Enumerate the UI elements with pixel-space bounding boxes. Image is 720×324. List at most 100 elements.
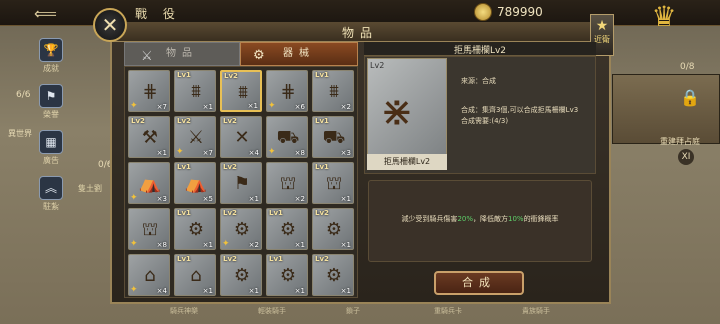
- puzzle-icon: ✦: [130, 101, 138, 111]
- siege-item-icon: ⛟: [276, 127, 300, 148]
- item-slot[interactable]: Lv2 ⚙ ×1: [312, 254, 354, 296]
- unit-label: 鎖子: [346, 307, 360, 315]
- siege-item-icon: ⚙: [325, 219, 343, 240]
- puzzle-icon: ✦: [268, 101, 276, 111]
- item-slot[interactable]: Lv1 ⩩ ×2: [312, 70, 354, 112]
- close-button[interactable]: ✕: [93, 8, 127, 42]
- item-slot[interactable]: Lv1 ⩩ ×1: [174, 70, 216, 112]
- item-slot[interactable]: Lv2 ⩩ ×1: [220, 70, 262, 112]
- siege-item-icon: ⌂: [190, 265, 202, 286]
- barricade-icon: ⋇: [380, 89, 414, 135]
- item-count: ×8: [294, 149, 305, 157]
- flag-icon: ⚑: [39, 84, 63, 108]
- side-item-ads[interactable]: ▦ 廣告: [34, 130, 68, 174]
- item-count: ×2: [340, 103, 351, 111]
- map-castle[interactable]: [612, 74, 720, 144]
- item-count: ×1: [202, 287, 213, 295]
- tab-siege-gear[interactable]: ⚙ 器械: [240, 42, 358, 66]
- map-counter: 6/6: [16, 90, 31, 100]
- item-caption: 拒馬柵欄Lv2: [367, 154, 447, 170]
- side-item-achievement[interactable]: 🏆 成就: [34, 38, 68, 82]
- item-source: 來源：合成: [461, 77, 496, 85]
- item-count: ×4: [156, 287, 167, 295]
- item-slot[interactable]: Lv2 ⚑ ×1: [220, 162, 262, 204]
- item-slot[interactable]: Lv1 ⚙ ×1: [174, 208, 216, 250]
- item-count: ×2: [294, 195, 305, 203]
- siege-item-icon: ⚙: [233, 265, 251, 286]
- lock-icon: 🔒: [680, 88, 700, 107]
- detail-title: 拒馬柵欄Lv2: [453, 46, 507, 56]
- siege-item-icon: ⩩: [329, 81, 339, 102]
- side-menu: 🏆 成就 ⚑ 榮譽 ▦ 廣告 ︽ 駐紮: [34, 36, 68, 220]
- item-slot[interactable]: ⋕ ×6 ✦: [266, 70, 308, 112]
- side-item-honor[interactable]: ⚑ 榮譽: [34, 84, 68, 128]
- modal-title: 物品: [341, 26, 378, 40]
- map-label: 異世界: [8, 129, 32, 138]
- siege-item-icon: ⛺: [184, 173, 208, 194]
- item-craft-requirement: 合成需要:(4/3): [461, 117, 509, 125]
- chevron-up-icon: ︽: [39, 176, 63, 200]
- item-count: ×3: [156, 195, 167, 203]
- siege-item-icon: ⌂: [144, 265, 156, 286]
- page-title: 戰 役: [135, 7, 181, 21]
- item-slot[interactable]: ⌂ ×4 ✦: [128, 254, 170, 296]
- item-slot[interactable]: ⋕ ×7 ✦: [128, 70, 170, 112]
- puzzle-icon: ✦: [268, 147, 276, 157]
- siege-item-icon: ⛫: [325, 173, 343, 194]
- item-level-tag: Lv2: [370, 61, 385, 70]
- item-count: ×1: [340, 287, 351, 295]
- siege-item-icon: ⚑: [233, 173, 251, 194]
- siege-item-icon: ⚙: [187, 219, 205, 240]
- siege-item-icon: ⛟: [322, 127, 346, 148]
- star-icon: ★: [595, 18, 609, 34]
- unit-label: 輕裝騎手: [258, 307, 286, 315]
- item-level: Lv2: [315, 255, 329, 263]
- siege-item-icon: ⩩: [238, 82, 248, 103]
- item-slot[interactable]: Lv2 ⚙ ×1: [312, 208, 354, 250]
- tab-items[interactable]: ⚔ 物品: [124, 42, 240, 66]
- map-counter: 0/8: [680, 62, 695, 72]
- film-icon: ▦: [39, 130, 63, 154]
- item-count: ×1: [156, 149, 167, 157]
- item-slot[interactable]: Lv2 ⚙ ×2 ✦: [220, 208, 262, 250]
- item-slot[interactable]: Lv2 ✕ ×4: [220, 116, 262, 158]
- item-level: Lv1: [177, 71, 191, 79]
- puzzle-icon: ✦: [130, 193, 138, 203]
- item-count: ×1: [294, 287, 305, 295]
- item-slot[interactable]: Lv1 ⛺ ×5: [174, 162, 216, 204]
- item-slot[interactable]: Lv1 ⚙ ×1: [266, 254, 308, 296]
- item-level: Lv1: [177, 163, 191, 171]
- unit-label: 騎兵神樂: [170, 307, 198, 315]
- siege-item-icon: ⚙: [233, 219, 251, 240]
- close-icon: ✕: [101, 13, 119, 37]
- siege-item-icon: ⛫: [141, 219, 159, 240]
- item-slot[interactable]: Lv1 ⌂ ×1: [174, 254, 216, 296]
- siege-item-icon: ✕: [234, 127, 250, 148]
- item-slot[interactable]: Lv2 ⚙ ×1: [220, 254, 262, 296]
- crown-icon[interactable]: ♛: [644, 0, 684, 34]
- item-count: ×3: [340, 149, 351, 157]
- siege-item-icon: ⩩: [191, 81, 201, 102]
- item-level: Lv2: [315, 209, 329, 217]
- item-count: ×1: [248, 287, 259, 295]
- siege-item-icon: ⛫: [279, 173, 297, 194]
- item-slot[interactable]: Lv1 ⛫ ×1: [312, 162, 354, 204]
- item-slot[interactable]: Lv2 ⚔ ×7 ✦: [174, 116, 216, 158]
- item-count: ×1: [340, 241, 351, 249]
- item-count: ×1: [202, 241, 213, 249]
- item-slot[interactable]: Lv2 ⚒ ×1: [128, 116, 170, 158]
- item-slot[interactable]: ⛺ ×3 ✦: [128, 162, 170, 204]
- craft-button[interactable]: 合成: [434, 271, 524, 295]
- item-slot[interactable]: ⛫ ×2: [266, 162, 308, 204]
- item-slot[interactable]: Lv1 ⛟ ×3: [312, 116, 354, 158]
- item-count: ×7: [156, 103, 167, 111]
- siege-item-icon: ⋕: [142, 81, 158, 102]
- item-slot[interactable]: ⛫ ×8 ✦: [128, 208, 170, 250]
- item-count: ×4: [248, 149, 259, 157]
- back-arrow-icon[interactable]: ⟸: [34, 4, 57, 23]
- side-item-garrison[interactable]: ︽ 駐紮: [34, 176, 68, 220]
- item-slot[interactable]: ⛟ ×8 ✦: [266, 116, 308, 158]
- item-count: ×1: [247, 102, 258, 110]
- item-grid: ⋕ ×7 ✦ Lv1 ⩩ ×1 Lv2 ⩩ ×1 ⋕ ×6 ✦ Lv1 ⩩ ×2 Lv2 ⚒ ×1 Lv2 ⚔ ×7 ✦ L…: [124, 66, 358, 298]
- item-slot[interactable]: Lv1 ⚙ ×1: [266, 208, 308, 250]
